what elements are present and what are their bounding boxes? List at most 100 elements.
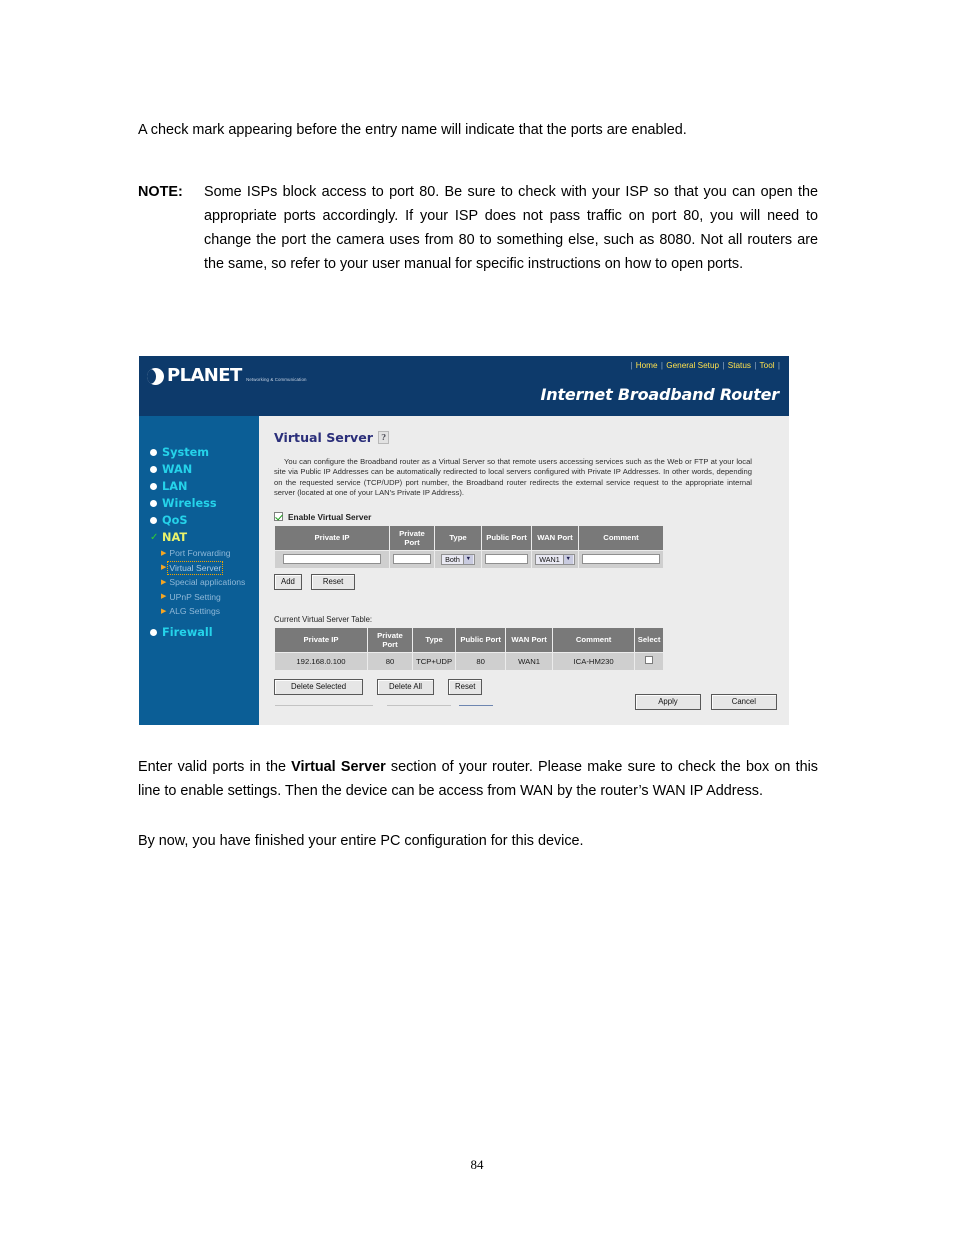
product-title: Internet Broadband Router [540,385,780,404]
nav-link-general-setup[interactable]: General Setup [666,361,719,370]
router-top-nav[interactable]: | Home | General Setup | Status | Tool | [629,361,781,370]
nav-link-status[interactable]: Status [728,361,751,370]
private-port-input[interactable] [393,554,431,565]
add-button[interactable]: Add [274,573,302,590]
sidebar-item-lan[interactable]: LAN [139,478,259,495]
cell-comment [578,549,664,569]
cell-public-port [481,549,532,569]
sidebar-subitem-label: Special applications [169,577,246,588]
virtual-server-entry-form: Private IP Private Port Type Public Port… [274,524,664,569]
reset-table-button[interactable]: Reset [448,678,483,695]
sidebar-item-wireless[interactable]: Wireless [139,495,259,512]
page-number: 84 [470,1157,484,1172]
sidebar-subitem-special-applications[interactable]: ▶ Special applications [139,575,259,590]
sidebar-subitem-virtual-server[interactable]: ▶ Virtual Server [139,560,259,576]
nav-link-tool[interactable]: Tool [760,361,775,370]
router-content-pane: Virtual Server ? You can configure the B… [259,416,789,725]
apply-button[interactable]: Apply [635,694,701,710]
delete-selected-button[interactable]: Delete Selected [274,678,364,695]
scan-artifact-line [459,705,493,706]
sidebar-item-qos[interactable]: QoS [139,512,259,529]
nav-separator-2: | [722,361,725,370]
table-header-row: Private IP Private Port Type Public Port… [274,626,665,653]
nav-separator-0: | [630,361,633,370]
chevron-right-icon: ▶ [161,549,167,557]
after-paragraph-1: Enter valid ports in the Virtual Server … [138,755,818,803]
sidebar-item-label: WAN [162,463,193,476]
enable-virtual-server-label: Enable Virtual Server [288,511,372,522]
note-label: NOTE: [138,184,183,200]
chevron-right-icon: ▶ [161,593,167,601]
router-header-bar: PLANET Networking & Communication | Home… [139,356,789,416]
bullet-icon [150,449,157,456]
nav-link-home[interactable]: Home [636,361,658,370]
page-title: Virtual Server [274,430,374,445]
sidebar-item-label: LAN [162,480,188,493]
cell-type: TCP+UDP [411,651,457,671]
current-table-caption: Current Virtual Server Table: [274,614,373,624]
cancel-button[interactable]: Cancel [710,694,777,710]
sidebar-subitem-label: ALG Settings [169,606,221,617]
chevron-right-icon: ▶ [161,578,167,586]
after-paragraph-2: By now, you have finished your entire PC… [138,833,584,849]
col-header-public-port: Public Port [481,524,532,551]
footer-buttons: Apply Cancel [635,694,777,710]
nav-separator-4: | [777,361,780,370]
col-header-wan-port: WAN Port [531,524,579,551]
entry-form-buttons: Add Reset [274,573,777,590]
delete-all-button[interactable]: Delete All [377,678,434,695]
planet-logo: PLANET Networking & Communication [147,367,307,385]
type-select[interactable]: Both ▼ [441,553,475,565]
sidebar-subitem-upnp-setting[interactable]: ▶ UPnP Setting [139,590,259,605]
public-port-input[interactable] [485,554,528,565]
sidebar-subitem-alg-settings[interactable]: ▶ ALG Settings [139,604,259,619]
bullet-icon [150,466,157,473]
wan-port-select[interactable]: WAN1 ▼ [535,553,575,565]
table-header-row: Private IP Private Port Type Public Port… [274,524,664,551]
reset-entry-button[interactable]: Reset [310,573,356,590]
chevron-right-icon: ▶ [161,607,167,615]
row-select-checkbox[interactable] [645,656,654,665]
document-body: A check mark appearing before the entry … [138,0,818,276]
sidebar-item-wan[interactable]: WAN [139,461,259,478]
private-ip-input[interactable] [283,554,381,565]
sidebar-item-label: System [162,446,210,459]
cell-private-port: 80 [367,651,413,671]
sidebar-subitem-label: UPnP Setting [169,591,221,602]
table-row: 192.168.0.100 80 TCP+UDP 80 WAN1 ICA-HM2… [274,651,665,671]
chevron-down-icon: ▼ [462,554,473,564]
note-text: Some ISPs block access to port 80. Be su… [204,184,818,272]
cell-private-ip [274,549,390,569]
chevron-right-icon: ▶ [161,564,167,572]
router-sidebar: System WAN LAN Wireless QoS ✓ NAT ▶ Port… [139,416,259,725]
enable-virtual-server-row[interactable]: Enable Virtual Server [274,512,777,522]
col-header-comment: Comment [578,524,664,551]
scan-artifact-line [387,705,451,706]
enable-virtual-server-checkbox[interactable] [274,512,283,522]
cell-wan-port: WAN1 [505,651,554,671]
current-virtual-server-table: Private IP Private Port Type Public Port… [274,626,665,671]
sidebar-subitem-label: Port Forwarding [169,548,231,559]
cell-comment: ICA-HM230 [552,651,636,671]
wan-port-select-value: WAN1 [539,554,560,564]
sidebar-item-label: QoS [162,514,188,527]
document-body-lower: Enter valid ports in the Virtual Server … [138,755,818,867]
router-body: System WAN LAN Wireless QoS ✓ NAT ▶ Port… [139,416,789,725]
sidebar-subitem-label: Virtual Server [167,560,224,575]
col-header-private-port: Private Port [389,524,435,551]
sidebar-subitem-port-forwarding[interactable]: ▶ Port Forwarding [139,546,259,561]
col-header-type: Type [434,524,482,551]
intro-paragraph: A check mark appearing before the entry … [138,122,687,138]
nav-separator-1: | [660,361,663,370]
bullet-icon [150,628,157,636]
router-admin-screenshot: PLANET Networking & Communication | Home… [139,356,789,725]
bullet-icon [150,517,157,524]
sidebar-item-firewall[interactable]: Firewall [139,624,259,641]
col-header-comment: Comment [552,626,636,653]
sidebar-item-nat[interactable]: ✓ NAT [139,529,259,546]
bullet-icon [150,483,157,490]
comment-input[interactable] [582,554,660,565]
col-header-private-ip: Private IP [274,626,368,653]
help-icon[interactable]: ? [378,431,390,444]
sidebar-item-system[interactable]: System [139,444,259,461]
